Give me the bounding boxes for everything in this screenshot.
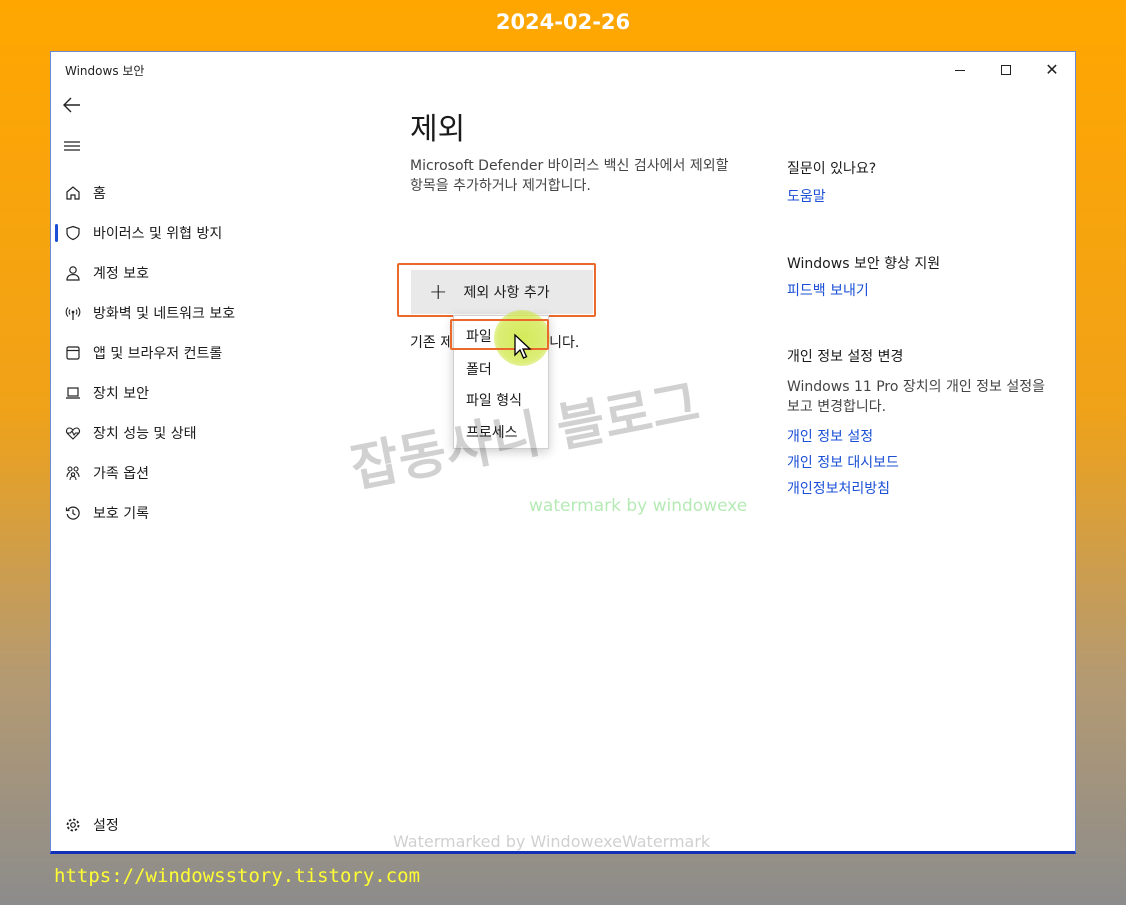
hamburger-menu-icon[interactable] <box>61 135 83 157</box>
sidebar-item-label: 바이러스 및 위협 방지 <box>93 226 223 242</box>
menu-item-highlight-outline <box>450 319 549 350</box>
improve-heading: Windows 보안 향상 지원 <box>787 256 941 272</box>
windows-security-window: Windows 보안 ✕ 홈 바이러스 및 위협 방지 계정 보호 방화벽 및 … <box>50 51 1076 854</box>
sidebar-item-label: 가족 옵션 <box>93 466 149 482</box>
antenna-icon <box>63 303 83 323</box>
privacy-statement-link[interactable]: 개인정보처리방침 <box>787 478 890 498</box>
close-button[interactable]: ✕ <box>1029 56 1075 84</box>
sidebar-item-label: 앱 및 브라우저 컨트롤 <box>93 346 223 362</box>
family-icon <box>63 463 83 483</box>
privacy-heading: 개인 정보 설정 변경 <box>787 349 904 365</box>
sidebar-item-label: 보호 기록 <box>93 506 149 522</box>
gear-icon <box>63 815 83 835</box>
shield-icon <box>63 223 83 243</box>
mouse-cursor-icon <box>514 333 532 359</box>
existing-text-start: 기존 제 <box>410 335 454 351</box>
back-arrow-icon[interactable] <box>61 94 83 116</box>
sidebar-item-app-browser-control[interactable]: 앱 및 브라우저 컨트롤 <box>55 337 355 369</box>
bottom-watermark: Watermarked by WindowexeWatermark <box>393 832 711 851</box>
menu-item-folder[interactable]: 폴더 <box>466 359 492 379</box>
page-title: 제외 <box>410 112 466 147</box>
app-window-icon <box>63 343 83 363</box>
help-link[interactable]: 도움말 <box>787 186 826 206</box>
maximize-button[interactable] <box>983 56 1029 84</box>
sidebar-item-label: 계정 보호 <box>93 266 149 282</box>
privacy-settings-link[interactable]: 개인 정보 설정 <box>787 426 873 446</box>
home-icon <box>63 183 83 203</box>
heart-pulse-icon <box>63 423 83 443</box>
button-highlight-outline <box>397 263 596 317</box>
green-watermark: watermark by windowexe <box>529 496 748 516</box>
sidebar-item-virus-protection[interactable]: 바이러스 및 위협 방지 <box>55 217 355 249</box>
close-icon: ✕ <box>1045 60 1059 79</box>
help-heading: 질문이 있나요? <box>787 161 877 177</box>
sidebar-item-device-performance[interactable]: 장치 성능 및 상태 <box>55 417 355 449</box>
sidebar-item-label: 방화벽 및 네트워크 보호 <box>93 306 236 322</box>
page-description: Microsoft Defender 바이러스 백신 검사에서 제외할 항목을 … <box>410 158 729 194</box>
laptop-icon <box>63 383 83 403</box>
privacy-description: Windows 11 Pro 장치의 개인 정보 설정을 보고 변경합니다. <box>787 379 1046 415</box>
history-icon <box>63 503 83 523</box>
sidebar-item-device-security[interactable]: 장치 보안 <box>55 377 355 409</box>
settings-button[interactable]: 설정 <box>55 809 119 841</box>
minimize-button[interactable] <box>937 56 983 84</box>
privacy-dashboard-link[interactable]: 개인 정보 대시보드 <box>787 452 899 472</box>
sidebar-item-home[interactable]: 홈 <box>55 177 355 209</box>
existing-text-end: 니다. <box>549 335 580 351</box>
sidebar-item-account-protection[interactable]: 계정 보호 <box>55 257 355 289</box>
window-title: Windows 보안 <box>65 64 145 78</box>
sidebar-item-label: 장치 보안 <box>93 386 149 402</box>
sidebar-item-protection-history[interactable]: 보호 기록 <box>55 497 355 529</box>
sidebar-item-firewall[interactable]: 방화벽 및 네트워크 보호 <box>55 297 355 329</box>
maximize-icon <box>1001 65 1011 75</box>
settings-label: 설정 <box>93 818 119 834</box>
sidebar-item-family-options[interactable]: 가족 옵션 <box>55 457 355 489</box>
site-url: https://windowsstory.tistory.com <box>54 865 421 887</box>
minimize-icon <box>955 69 965 71</box>
date-overlay: 2024-02-26 <box>495 10 631 34</box>
person-icon <box>63 263 83 283</box>
feedback-link[interactable]: 피드백 보내기 <box>787 280 869 300</box>
sidebar-item-label: 홈 <box>93 186 106 202</box>
sidebar-item-label: 장치 성능 및 상태 <box>93 426 197 442</box>
